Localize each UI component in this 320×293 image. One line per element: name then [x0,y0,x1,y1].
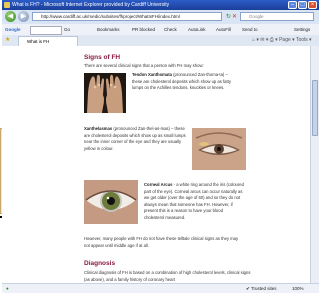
security-zone: ✔ Trusted sites [246,286,277,291]
ie-icon [4,2,10,8]
diagnosis-paragraph: Clinical diagnosis of FH is based on a c… [84,270,251,282]
url-field[interactable]: http://www.cardiff.ac.uk/medic/subsites/… [32,12,222,21]
title-bar: What is FH? - Microsoft Internet Explore… [2,0,319,10]
toolbar-autofill[interactable]: AutoFill [216,24,231,35]
google-logo: Google [5,27,21,32]
favorites-star-icon[interactable]: ★ [5,35,10,46]
tab-what-is-fh[interactable]: What is FH [18,36,78,46]
toolbar-send-to[interactable]: Send to [242,24,258,35]
intro-text: There are several clinical signs that a … [84,63,204,68]
status-bar: ● ✔ Trusted sites 100% [2,283,319,293]
scrollbar-thumb[interactable] [312,80,318,136]
toolbar-bookmarks[interactable]: Bookmarks [97,24,120,35]
corneal-text: - a white ring around the iris (coloured… [144,182,244,220]
go-button[interactable]: Go [64,24,70,35]
page-content: Signs of FH There are several clinical s… [2,46,310,283]
toolbar-check[interactable]: Check [164,24,177,35]
vertical-scrollbar[interactable] [310,46,319,283]
diagnosis-heading: Diagnosis [84,260,116,267]
corneal-title: Corneal Arcus [144,182,173,187]
address-bar: ◀ ▶ http://www.cardiff.ac.uk/medic/subsi… [2,10,319,24]
search-input[interactable]: Google [240,12,314,21]
toolbar-autolink[interactable]: AutoLink [188,24,206,35]
stop-icon[interactable]: ✕ [232,13,237,20]
xanthelasma-paragraph: Xanthelasmas (pronounced Zan-thel-as-mas… [84,126,188,152]
tendon-title: Tendon Xanthomata [132,72,172,77]
corneal-arcus-photo [84,180,138,224]
signs-heading: Signs of FH [84,54,121,61]
done-icon: ● [6,286,9,291]
zoom-level[interactable]: 100% [292,284,304,293]
however-paragraph: However, many people with FH do not have… [84,236,239,248]
toolbar-settings[interactable]: Settings [294,24,310,35]
hands-photo [84,73,126,113]
browser-window: What is FH? - Microsoft Internet Explore… [2,0,319,293]
maximize-icon[interactable]: □ [298,1,307,9]
home-icon[interactable]: ⌂ ▾ ✉ ▾ ⎙ ▾ Page ▾ Tools ▾ [252,35,312,46]
forward-icon[interactable]: ▶ [18,11,29,22]
eyelid-photo [192,128,246,170]
refresh-icon[interactable]: ↻ [226,13,231,20]
xanthelasma-title: Xanthelasmas [84,126,113,131]
corneal-paragraph: Corneal Arcus - a white ring around the … [144,182,244,222]
back-icon[interactable]: ◀ [5,11,16,22]
close-icon[interactable]: × [308,1,317,9]
window-title: What is FH? - Microsoft Internet Explore… [12,2,170,8]
tendon-paragraph: Tendon Xanthomata (pronounced Zan-thoma-… [132,72,232,92]
toolbar-popup-blocked[interactable]: PR blocked [132,24,155,35]
minimize-icon[interactable]: – [288,1,297,9]
toolbar-search-field[interactable] [30,26,62,35]
